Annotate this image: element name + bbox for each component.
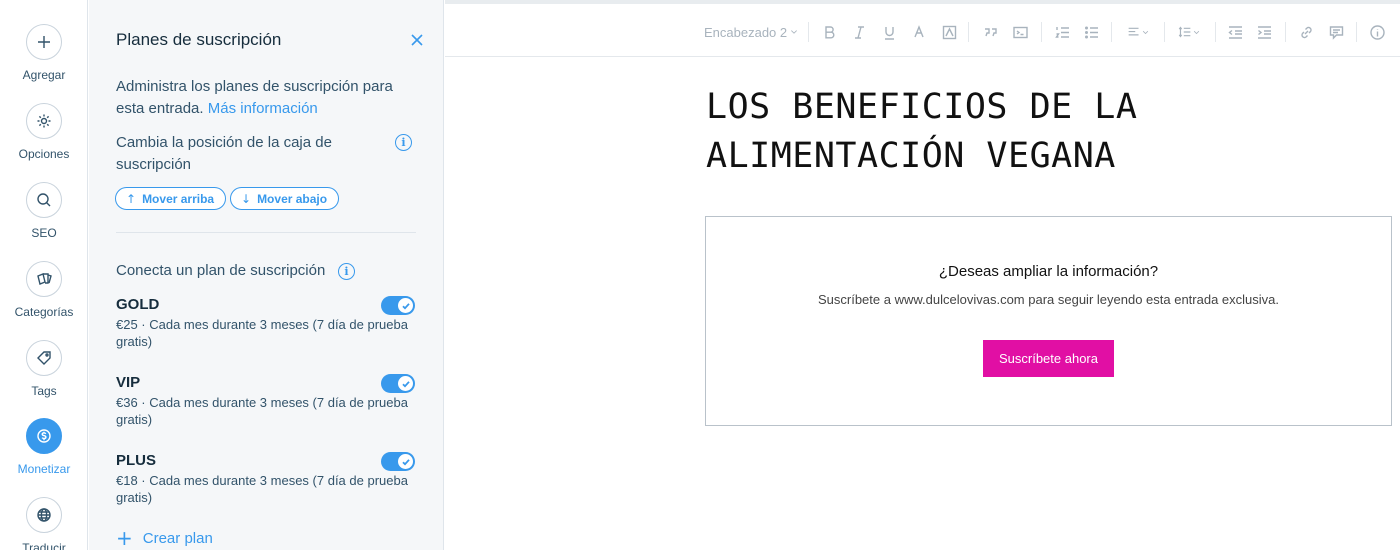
toolbar-divider (1285, 22, 1286, 42)
link-icon[interactable] (1296, 22, 1316, 42)
rail-item-label: Agregar (22, 68, 66, 82)
plan-name: VIP (116, 374, 141, 391)
post-title[interactable]: LOS BENEFICIOS DE LA ALIMENTACIÓN VEGANA (706, 83, 1386, 181)
underline-icon[interactable] (879, 22, 899, 42)
chevron-down-icon (791, 30, 798, 34)
rail-item-tags[interactable]: Tags (0, 340, 88, 398)
rail-item-label: SEO (31, 226, 57, 240)
plan-toggle-vip[interactable] (381, 374, 415, 393)
subscription-plans-panel: Planes de suscripción Administra los pla… (89, 0, 444, 550)
panel-title: Planes de suscripción (116, 30, 282, 49)
rail-item-traducir[interactable]: Traducir (0, 497, 88, 550)
rail-item-label: Monetizar (17, 462, 71, 476)
subscribe-button[interactable]: Suscríbete ahora (983, 340, 1114, 377)
highlight-icon[interactable] (939, 22, 959, 42)
info-icon[interactable]: i (338, 263, 355, 280)
plus-icon: + (116, 526, 133, 550)
comment-icon[interactable] (1326, 22, 1346, 42)
toolbar-divider (1356, 22, 1357, 42)
heading-select-value: Encabezado 2 (704, 24, 788, 40)
info-icon[interactable]: i (395, 134, 412, 151)
globe-icon (26, 497, 62, 533)
check-icon (398, 376, 413, 391)
more-info-link[interactable]: Más información (208, 100, 318, 117)
quote-icon[interactable] (980, 22, 1000, 42)
indent-decrease-icon[interactable] (1225, 22, 1245, 42)
divider (116, 232, 416, 233)
subscription-heading: ¿Deseas ampliar la información? (938, 263, 1159, 280)
plan-description: €25 · Cada mes durante 3 meses (7 día de… (116, 317, 408, 349)
plus-icon (26, 24, 62, 60)
rail-item-label: Categorías (14, 305, 74, 319)
rail-item-opciones[interactable]: Opciones (0, 103, 88, 161)
move-up-button[interactable]: ↑ Mover arriba (115, 187, 227, 210)
toolbar-divider (968, 22, 969, 42)
rail-item-label: Tags (31, 384, 57, 398)
italic-icon[interactable] (849, 22, 869, 42)
plan-toggle-plus[interactable] (381, 452, 415, 471)
formatting-toolbar: Encabezado 2 (445, 0, 1400, 57)
move-down-label: Mover abajo (257, 191, 328, 206)
plan-description: €36 · Cada mes durante 3 meses (7 día de… (116, 395, 408, 427)
code-block-icon[interactable] (1010, 22, 1030, 42)
close-icon[interactable] (407, 30, 427, 50)
chevron-down-icon (1142, 30, 1148, 34)
subscription-box[interactable]: ¿Deseas ampliar la información? Suscríbe… (705, 216, 1392, 426)
numbered-list-icon[interactable] (1052, 22, 1072, 42)
arrow-down-icon: ↓ (241, 191, 252, 206)
check-icon (398, 454, 413, 469)
toolbar-divider (808, 22, 809, 42)
rail-item-label: Traducir (22, 541, 66, 550)
toolbar-divider (1164, 22, 1165, 42)
text-color-icon[interactable] (909, 22, 929, 42)
rail-item-agregar[interactable]: Agregar (0, 24, 88, 82)
position-label: Cambia la posición de la caja de suscrip… (116, 134, 332, 173)
arrow-up-icon: ↑ (126, 191, 137, 206)
plan-name: GOLD (116, 296, 160, 313)
create-plan-label: Crear plan (142, 529, 213, 547)
bold-icon[interactable] (819, 22, 839, 42)
tag-icon (26, 340, 62, 376)
cards-icon (26, 261, 62, 297)
plan-description: €18 · Cada mes durante 3 meses (7 día de… (116, 473, 408, 505)
connect-plan-label: Conecta un plan de suscripción (116, 262, 326, 279)
toolbar-divider (1041, 22, 1042, 42)
rail-item-seo[interactable]: SEO (0, 182, 88, 240)
indent-increase-icon[interactable] (1254, 22, 1274, 42)
check-icon (398, 298, 413, 313)
line-spacing-icon[interactable] (1174, 22, 1204, 42)
plan-toggle-gold[interactable] (381, 296, 415, 315)
align-icon[interactable] (1123, 22, 1153, 42)
subscription-text: Suscríbete a www.dulcelovivas.com para s… (817, 292, 1280, 307)
create-plan-button[interactable]: + Crear plan (116, 528, 213, 548)
gear-icon (26, 103, 62, 139)
move-down-button[interactable]: ↓ Mover abajo (230, 187, 340, 210)
info-icon[interactable] (1367, 22, 1387, 42)
move-up-label: Mover arriba (142, 191, 215, 206)
heading-select[interactable]: Encabezado 2 (704, 22, 800, 42)
search-icon (26, 182, 62, 218)
rail-item-label: Opciones (18, 147, 70, 161)
chevron-down-icon (1193, 30, 1199, 34)
plan-name: PLUS (116, 452, 157, 469)
toolbar-divider (1111, 22, 1112, 42)
dollar-icon (26, 418, 62, 454)
bullet-list-icon[interactable] (1081, 22, 1101, 42)
panel-intro: Administra los planes de suscripción par… (116, 76, 416, 120)
toolbar-divider (1215, 22, 1216, 42)
rail-item-categorias[interactable]: Categorías (0, 261, 88, 319)
left-icon-rail: Agregar Opciones SEO Categorías Tags Mon… (0, 0, 88, 550)
rail-item-monetizar[interactable]: Monetizar (0, 418, 88, 476)
